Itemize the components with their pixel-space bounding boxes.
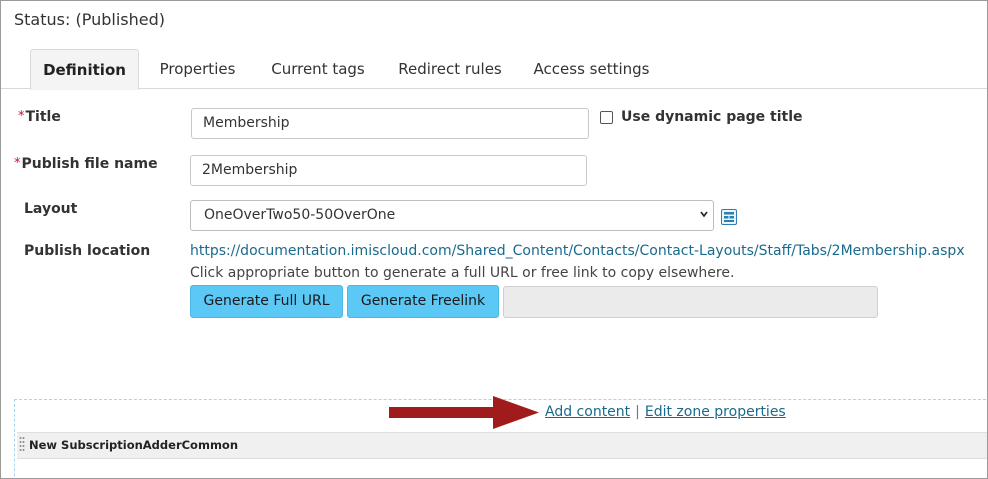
content-item-title: New SubscriptionAdderCommon bbox=[29, 438, 239, 452]
layout-select[interactable]: OneOverTwo50-50OverOne bbox=[190, 200, 714, 231]
tab-access-settings[interactable]: Access settings bbox=[525, 49, 658, 88]
dynamic-title-label: Use dynamic page title bbox=[621, 109, 803, 125]
required-marker: * bbox=[14, 156, 21, 171]
page-status: Status: (Published) bbox=[14, 10, 165, 29]
publish-file-input[interactable]: 2Membership bbox=[190, 155, 587, 186]
edit-zone-properties-link[interactable]: Edit zone properties bbox=[645, 404, 786, 420]
page-frame: Status: (Published) Definition Propertie… bbox=[0, 0, 988, 479]
dynamic-title-checkbox[interactable] bbox=[600, 111, 613, 124]
generate-hint: Click appropriate button to generate a f… bbox=[190, 265, 735, 281]
layout-preview-icon[interactable] bbox=[721, 209, 737, 225]
generate-freelink-button[interactable]: Generate Freelink bbox=[347, 285, 499, 318]
chevron-down-icon bbox=[700, 211, 708, 218]
tab-definition[interactable]: Definition bbox=[30, 49, 139, 90]
title-label: *Title bbox=[18, 109, 61, 125]
generate-full-url-button[interactable]: Generate Full URL bbox=[190, 285, 343, 318]
content-item-header[interactable]: New SubscriptionAdderCommon bbox=[17, 432, 987, 459]
drag-handle-icon[interactable] bbox=[19, 435, 25, 455]
tab-current-tags[interactable]: Current tags bbox=[260, 49, 376, 88]
required-marker: * bbox=[18, 109, 25, 124]
tab-redirect-rules[interactable]: Redirect rules bbox=[389, 49, 511, 88]
add-content-link[interactable]: Add content bbox=[545, 404, 630, 420]
layout-selected-value: OneOverTwo50-50OverOne bbox=[204, 207, 396, 223]
generated-link-field[interactable] bbox=[503, 286, 878, 318]
publish-file-label: *Publish file name bbox=[14, 156, 158, 172]
title-input[interactable]: Membership bbox=[191, 108, 589, 139]
arrow-annotation-icon bbox=[389, 396, 539, 429]
layout-label: Layout bbox=[24, 201, 78, 217]
tab-properties[interactable]: Properties bbox=[147, 49, 248, 88]
zone-link-separator: | bbox=[635, 404, 640, 420]
publish-location-link[interactable]: https://documentation.imiscloud.com/Shar… bbox=[190, 243, 965, 259]
zone-actions: Add content | Edit zone properties bbox=[545, 404, 786, 420]
tab-bar: Definition Properties Current tags Redir… bbox=[1, 49, 987, 90]
publish-location-label: Publish location bbox=[24, 243, 151, 259]
